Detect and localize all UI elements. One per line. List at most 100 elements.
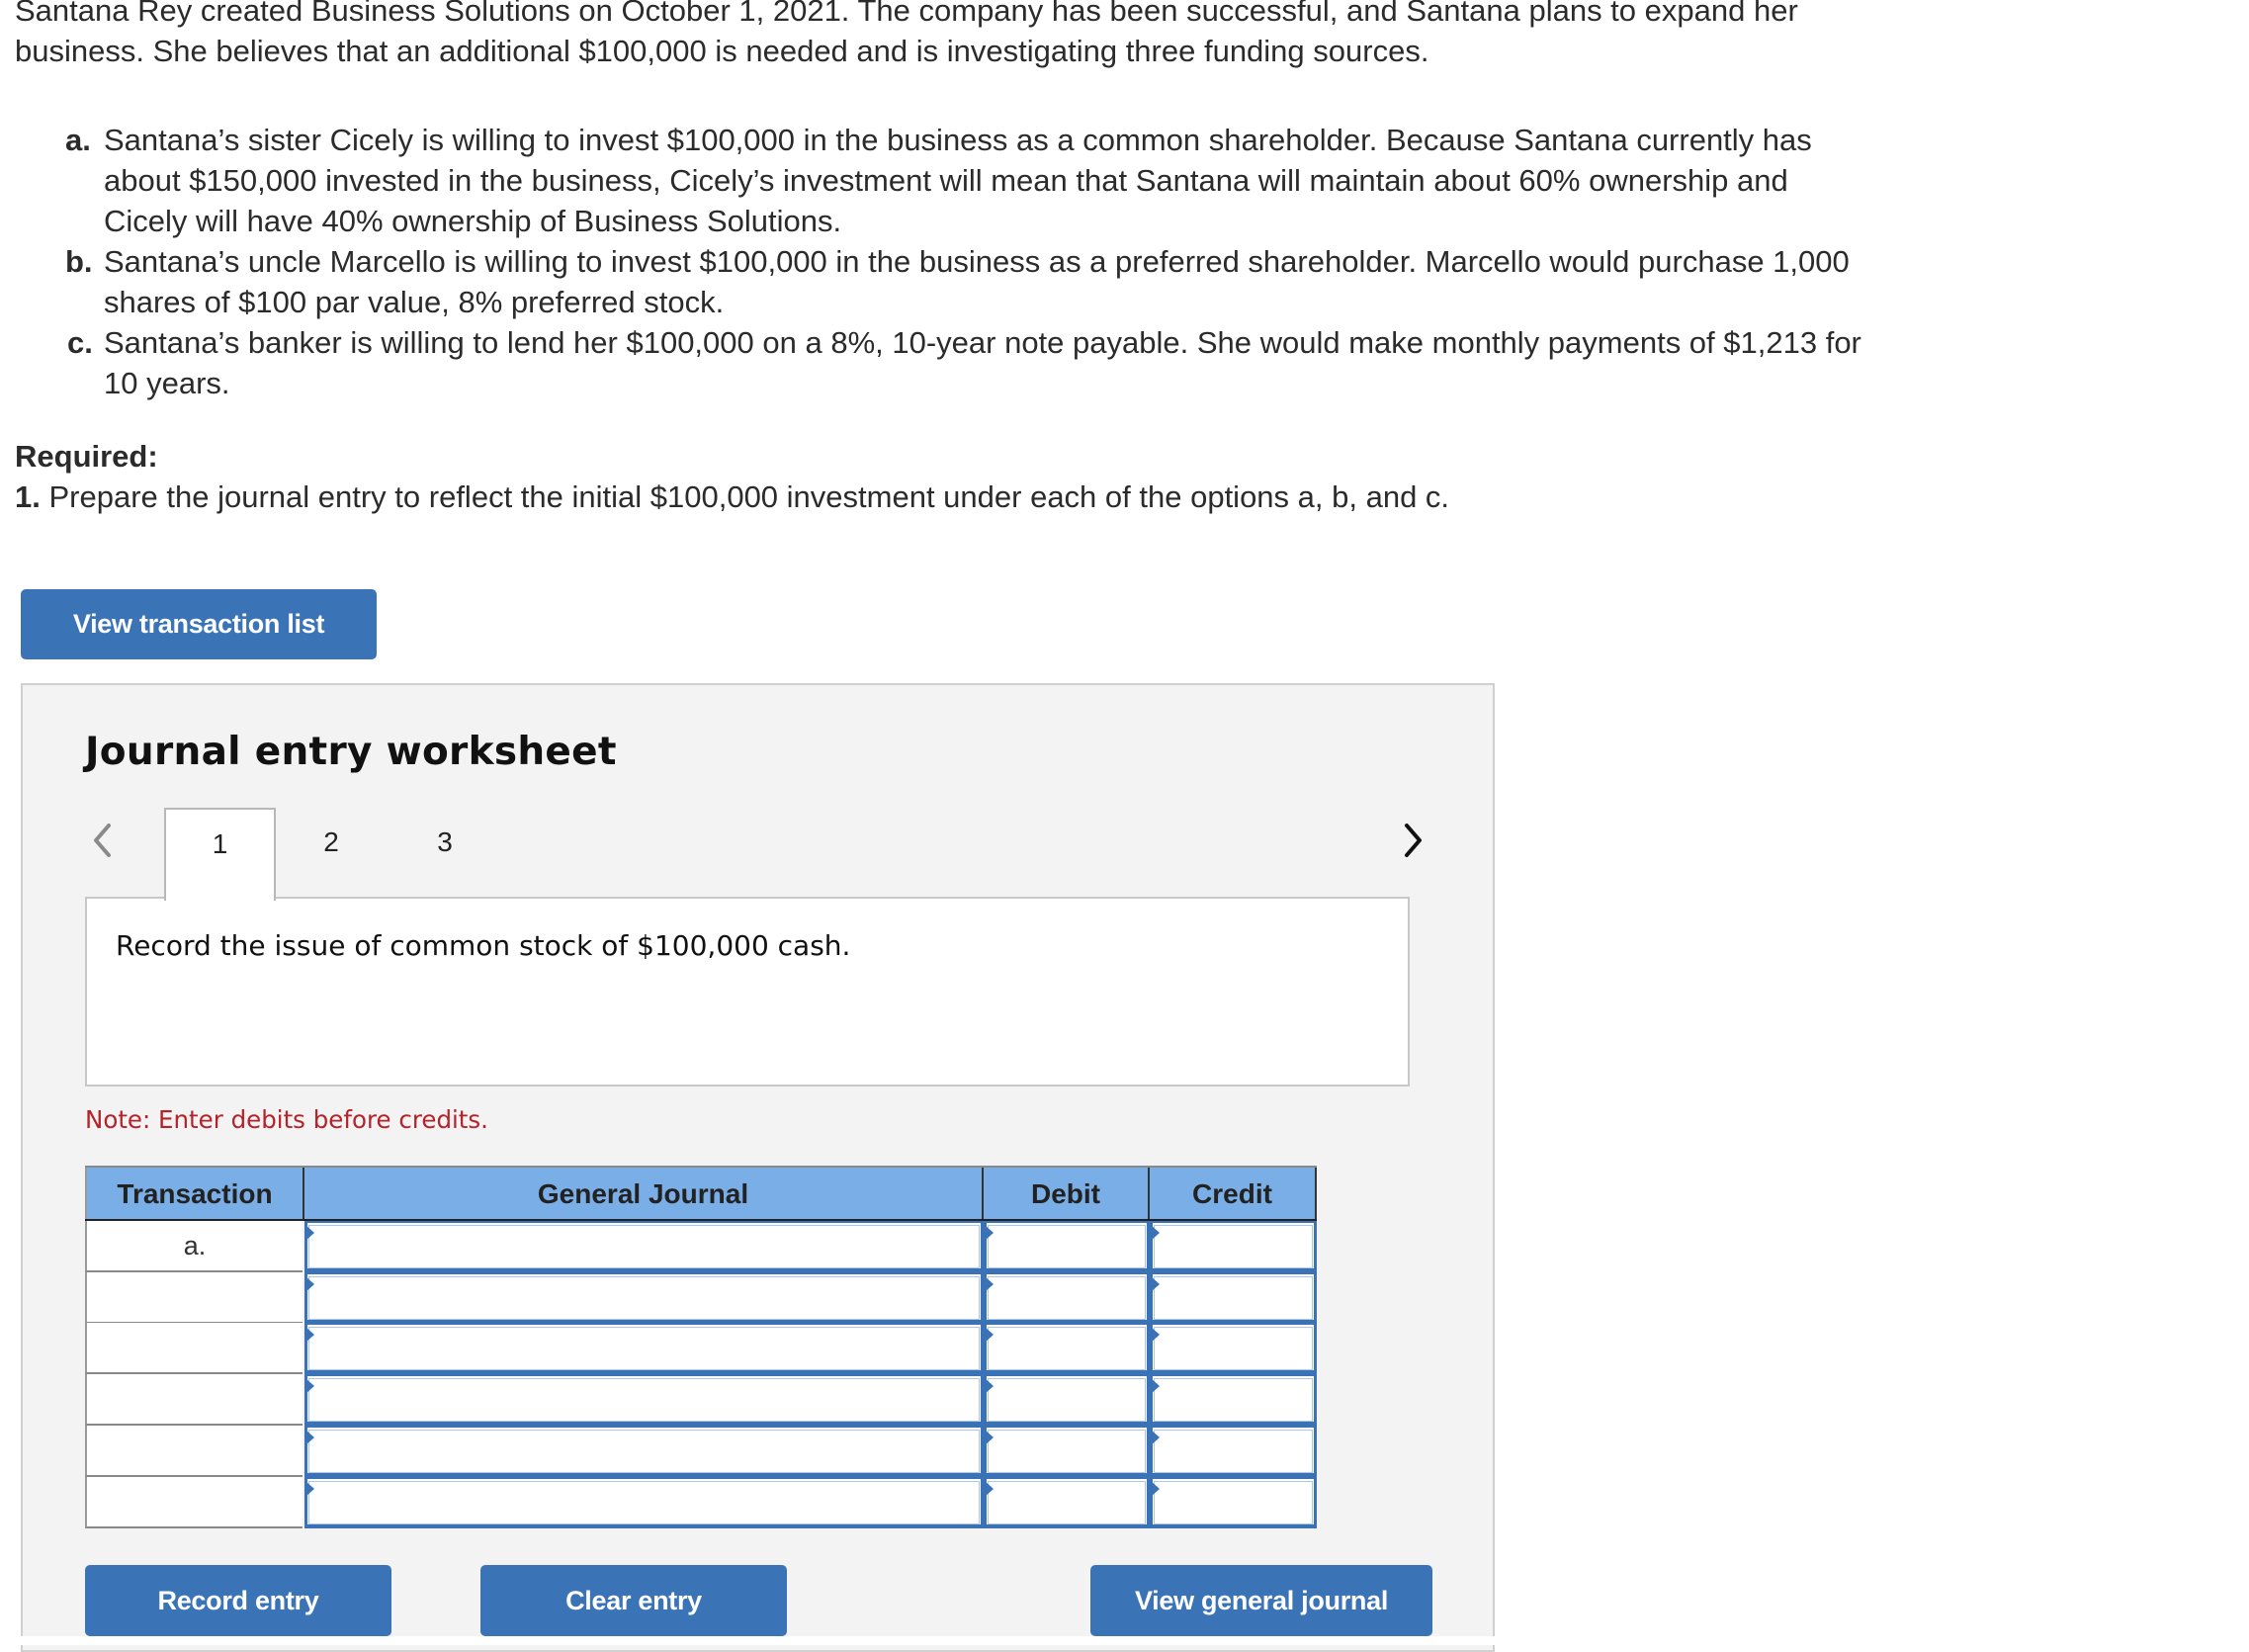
option-letter: a. — [65, 123, 91, 157]
required-text: Prepare the journal entry to reflect the… — [48, 479, 1450, 514]
option-line: about $150,000 invested in the business,… — [104, 163, 1788, 198]
credit-input[interactable] — [1153, 1478, 1314, 1524]
tab-1[interactable]: 1 — [164, 808, 276, 901]
cell-marker-icon — [1151, 1225, 1160, 1241]
transaction-cell — [85, 1476, 303, 1528]
option-letter: c. — [67, 325, 93, 360]
cell-marker-icon — [985, 1378, 994, 1395]
tab-3[interactable]: 3 — [415, 808, 475, 877]
cell-marker-icon — [985, 1275, 994, 1292]
credit-input-cell — [1150, 1425, 1317, 1477]
transaction-cell — [85, 1374, 303, 1427]
cell-marker-icon — [1151, 1275, 1160, 1292]
chevron-left-icon[interactable] — [87, 821, 117, 860]
view-transaction-list-button[interactable]: View transaction list — [21, 589, 377, 659]
debit-input[interactable] — [987, 1427, 1147, 1473]
credit-input[interactable] — [1153, 1325, 1314, 1371]
credit-input[interactable] — [1153, 1223, 1314, 1268]
general-journal-input-cell — [304, 1323, 984, 1375]
debit-input-cell — [984, 1374, 1150, 1427]
cell-marker-icon — [985, 1225, 994, 1241]
chevron-right-icon[interactable] — [1399, 821, 1428, 860]
note-text: Note: Enter debits before credits. — [85, 1105, 488, 1134]
general-journal-input[interactable] — [307, 1478, 981, 1524]
table-header: Transaction General Journal Debit Credit — [85, 1166, 1317, 1221]
credit-input-cell — [1150, 1323, 1317, 1375]
debit-input[interactable] — [987, 1223, 1147, 1268]
credit-input[interactable] — [1153, 1273, 1314, 1320]
debit-input[interactable] — [987, 1478, 1147, 1524]
transaction-cell — [85, 1425, 303, 1477]
header-general-journal: General Journal — [304, 1168, 984, 1221]
general-journal-input[interactable] — [307, 1376, 981, 1423]
credit-input-cell — [1150, 1476, 1317, 1528]
worksheet-title: Journal entry worksheet — [85, 730, 617, 774]
cell-marker-icon — [985, 1429, 994, 1445]
page-bottom — [0, 1636, 2249, 1645]
transaction-cell: a. — [85, 1221, 303, 1272]
cell-marker-icon — [305, 1275, 314, 1292]
intro-line: Santana Rey created Business Solutions o… — [15, 0, 1798, 28]
general-journal-input-cell — [304, 1271, 984, 1324]
required-number: 1. — [15, 479, 41, 514]
cell-marker-icon — [1151, 1378, 1160, 1395]
transaction-description: Record the issue of common stock of $100… — [116, 929, 851, 962]
option-line: Santana’s uncle Marcello is willing to i… — [104, 244, 1850, 279]
option-letter: b. — [65, 244, 93, 279]
cell-marker-icon — [1151, 1429, 1160, 1445]
credit-input-cell — [1150, 1271, 1317, 1324]
general-journal-input[interactable] — [307, 1427, 981, 1473]
debit-input[interactable] — [987, 1376, 1147, 1423]
intro-line: business. She believes that an additiona… — [15, 34, 1429, 68]
option-line: Cicely will have 40% ownership of Busine… — [104, 204, 842, 238]
option-line: 10 years. — [104, 366, 230, 400]
header-transaction: Transaction — [85, 1168, 304, 1221]
debit-input[interactable] — [987, 1325, 1147, 1371]
table-row — [85, 1374, 1317, 1427]
debit-input-cell — [984, 1271, 1150, 1324]
required-item: 1. Prepare the journal entry to reflect … — [15, 477, 1449, 517]
cell-marker-icon — [985, 1327, 994, 1344]
general-journal-input[interactable] — [307, 1223, 981, 1268]
credit-input[interactable] — [1153, 1427, 1314, 1473]
general-journal-input-cell — [304, 1221, 984, 1272]
debit-input-cell — [984, 1425, 1150, 1477]
general-journal-input-cell — [304, 1374, 984, 1427]
option-line: Santana’s banker is willing to lend her … — [104, 325, 1861, 360]
table-row — [85, 1425, 1317, 1477]
cell-marker-icon — [1151, 1327, 1160, 1344]
cell-marker-icon — [985, 1480, 994, 1497]
debit-input-cell — [984, 1323, 1150, 1375]
transaction-cell — [85, 1323, 303, 1375]
header-debit: Debit — [984, 1168, 1150, 1221]
general-journal-input-cell — [304, 1425, 984, 1477]
general-journal-input[interactable] — [307, 1325, 981, 1371]
transaction-description-box — [85, 897, 1410, 1087]
table-row: a. — [85, 1221, 1317, 1272]
general-journal-input-cell — [304, 1476, 984, 1528]
table-row — [85, 1323, 1317, 1375]
option-line: Santana’s sister Cicely is willing to in… — [104, 123, 1812, 157]
clear-entry-button[interactable]: Clear entry — [480, 1565, 787, 1636]
credit-input-cell — [1150, 1221, 1317, 1272]
tab-2[interactable]: 2 — [302, 808, 361, 877]
transaction-cell — [85, 1271, 303, 1324]
cell-marker-icon — [305, 1429, 314, 1445]
credit-input-cell — [1150, 1374, 1317, 1427]
cell-marker-icon — [305, 1480, 314, 1497]
cell-marker-icon — [305, 1378, 314, 1395]
debit-input[interactable] — [987, 1273, 1147, 1320]
view-general-journal-button[interactable]: View general journal — [1090, 1565, 1432, 1636]
table-row — [85, 1476, 1317, 1528]
cell-marker-icon — [305, 1327, 314, 1344]
cell-marker-icon — [305, 1225, 314, 1241]
cell-marker-icon — [1151, 1480, 1160, 1497]
required-heading: Required: — [15, 439, 158, 474]
option-line: shares of $100 par value, 8% preferred s… — [104, 285, 725, 319]
general-journal-input[interactable] — [307, 1273, 981, 1320]
table-row — [85, 1271, 1317, 1324]
debit-input-cell — [984, 1221, 1150, 1272]
debit-input-cell — [984, 1476, 1150, 1528]
record-entry-button[interactable]: Record entry — [85, 1565, 391, 1636]
credit-input[interactable] — [1153, 1376, 1314, 1423]
